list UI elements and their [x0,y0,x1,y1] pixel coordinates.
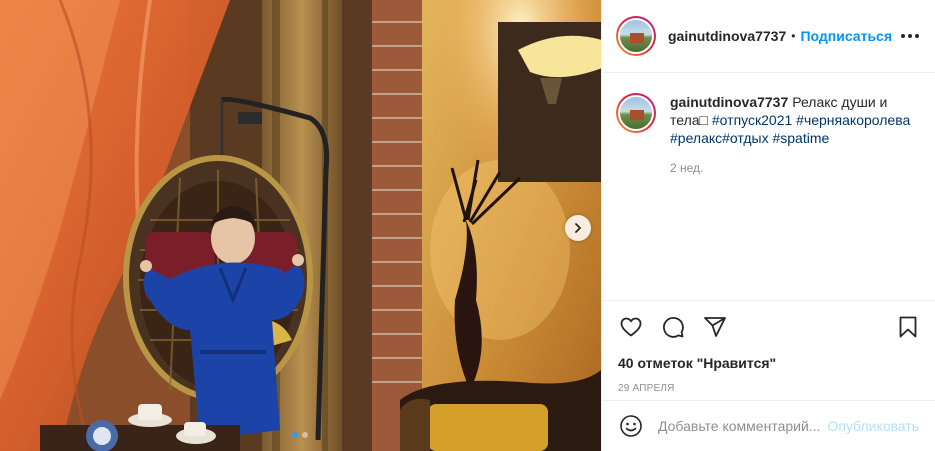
publish-button[interactable]: Опубликовать [827,418,919,434]
carousel-dot-active [292,432,298,438]
comment-button[interactable] [660,314,686,340]
post-header: gainutdinova7737 • Подписаться [602,0,935,73]
hashtag-link[interactable]: #отдых [722,130,768,146]
chevron-right-icon [575,223,582,233]
comment-bar: Опубликовать [602,400,935,451]
emoji-button[interactable] [618,413,644,439]
post-side-panel: gainutdinova7737 • Подписаться gainutdin… [601,0,935,451]
post-date[interactable]: 29 АПРЕЛЯ [602,379,935,399]
comment-icon [663,316,684,338]
hashtag-link[interactable]: #релакс [670,130,722,146]
more-icon[interactable] [901,28,919,44]
share-button[interactable] [702,314,728,340]
caption-body: gainutdinova7737 Релакс души и тела□ #отп… [670,93,919,300]
avatar[interactable] [616,16,656,56]
post-photo[interactable] [0,0,601,451]
follow-button[interactable]: Подписаться [800,28,892,44]
caption-text: gainutdinova7737 Релакс души и тела□ #отп… [670,93,919,147]
separator-dot: • [791,29,796,43]
likes-count[interactable]: 40 отметок "Нравится" [602,353,935,373]
username-link[interactable]: gainutdinova7737 [668,28,786,44]
save-button[interactable] [895,314,921,340]
carousel-dot [302,432,308,438]
carousel-next-button[interactable] [565,215,591,241]
share-icon [704,317,726,337]
bookmark-icon [899,316,917,338]
heart-icon [620,317,642,337]
caption-area: gainutdinova7737 Релакс души и тела□ #отп… [602,73,935,301]
carousel-indicator [292,432,308,438]
comment-input[interactable] [658,418,824,434]
emoji-icon [620,415,642,437]
like-button[interactable] [618,314,644,340]
caption-avatar[interactable] [616,93,656,133]
photo-scene [0,0,601,451]
hashtag-link[interactable]: #spatime [772,130,829,146]
hashtag-link[interactable]: #отпуск2021 [712,112,792,128]
caption-username[interactable]: gainutdinova7737 [670,94,788,110]
action-bar [602,301,935,353]
caption-time[interactable]: 2 нед. [670,161,919,175]
hashtag-link[interactable]: #черняакоролева [796,112,910,128]
